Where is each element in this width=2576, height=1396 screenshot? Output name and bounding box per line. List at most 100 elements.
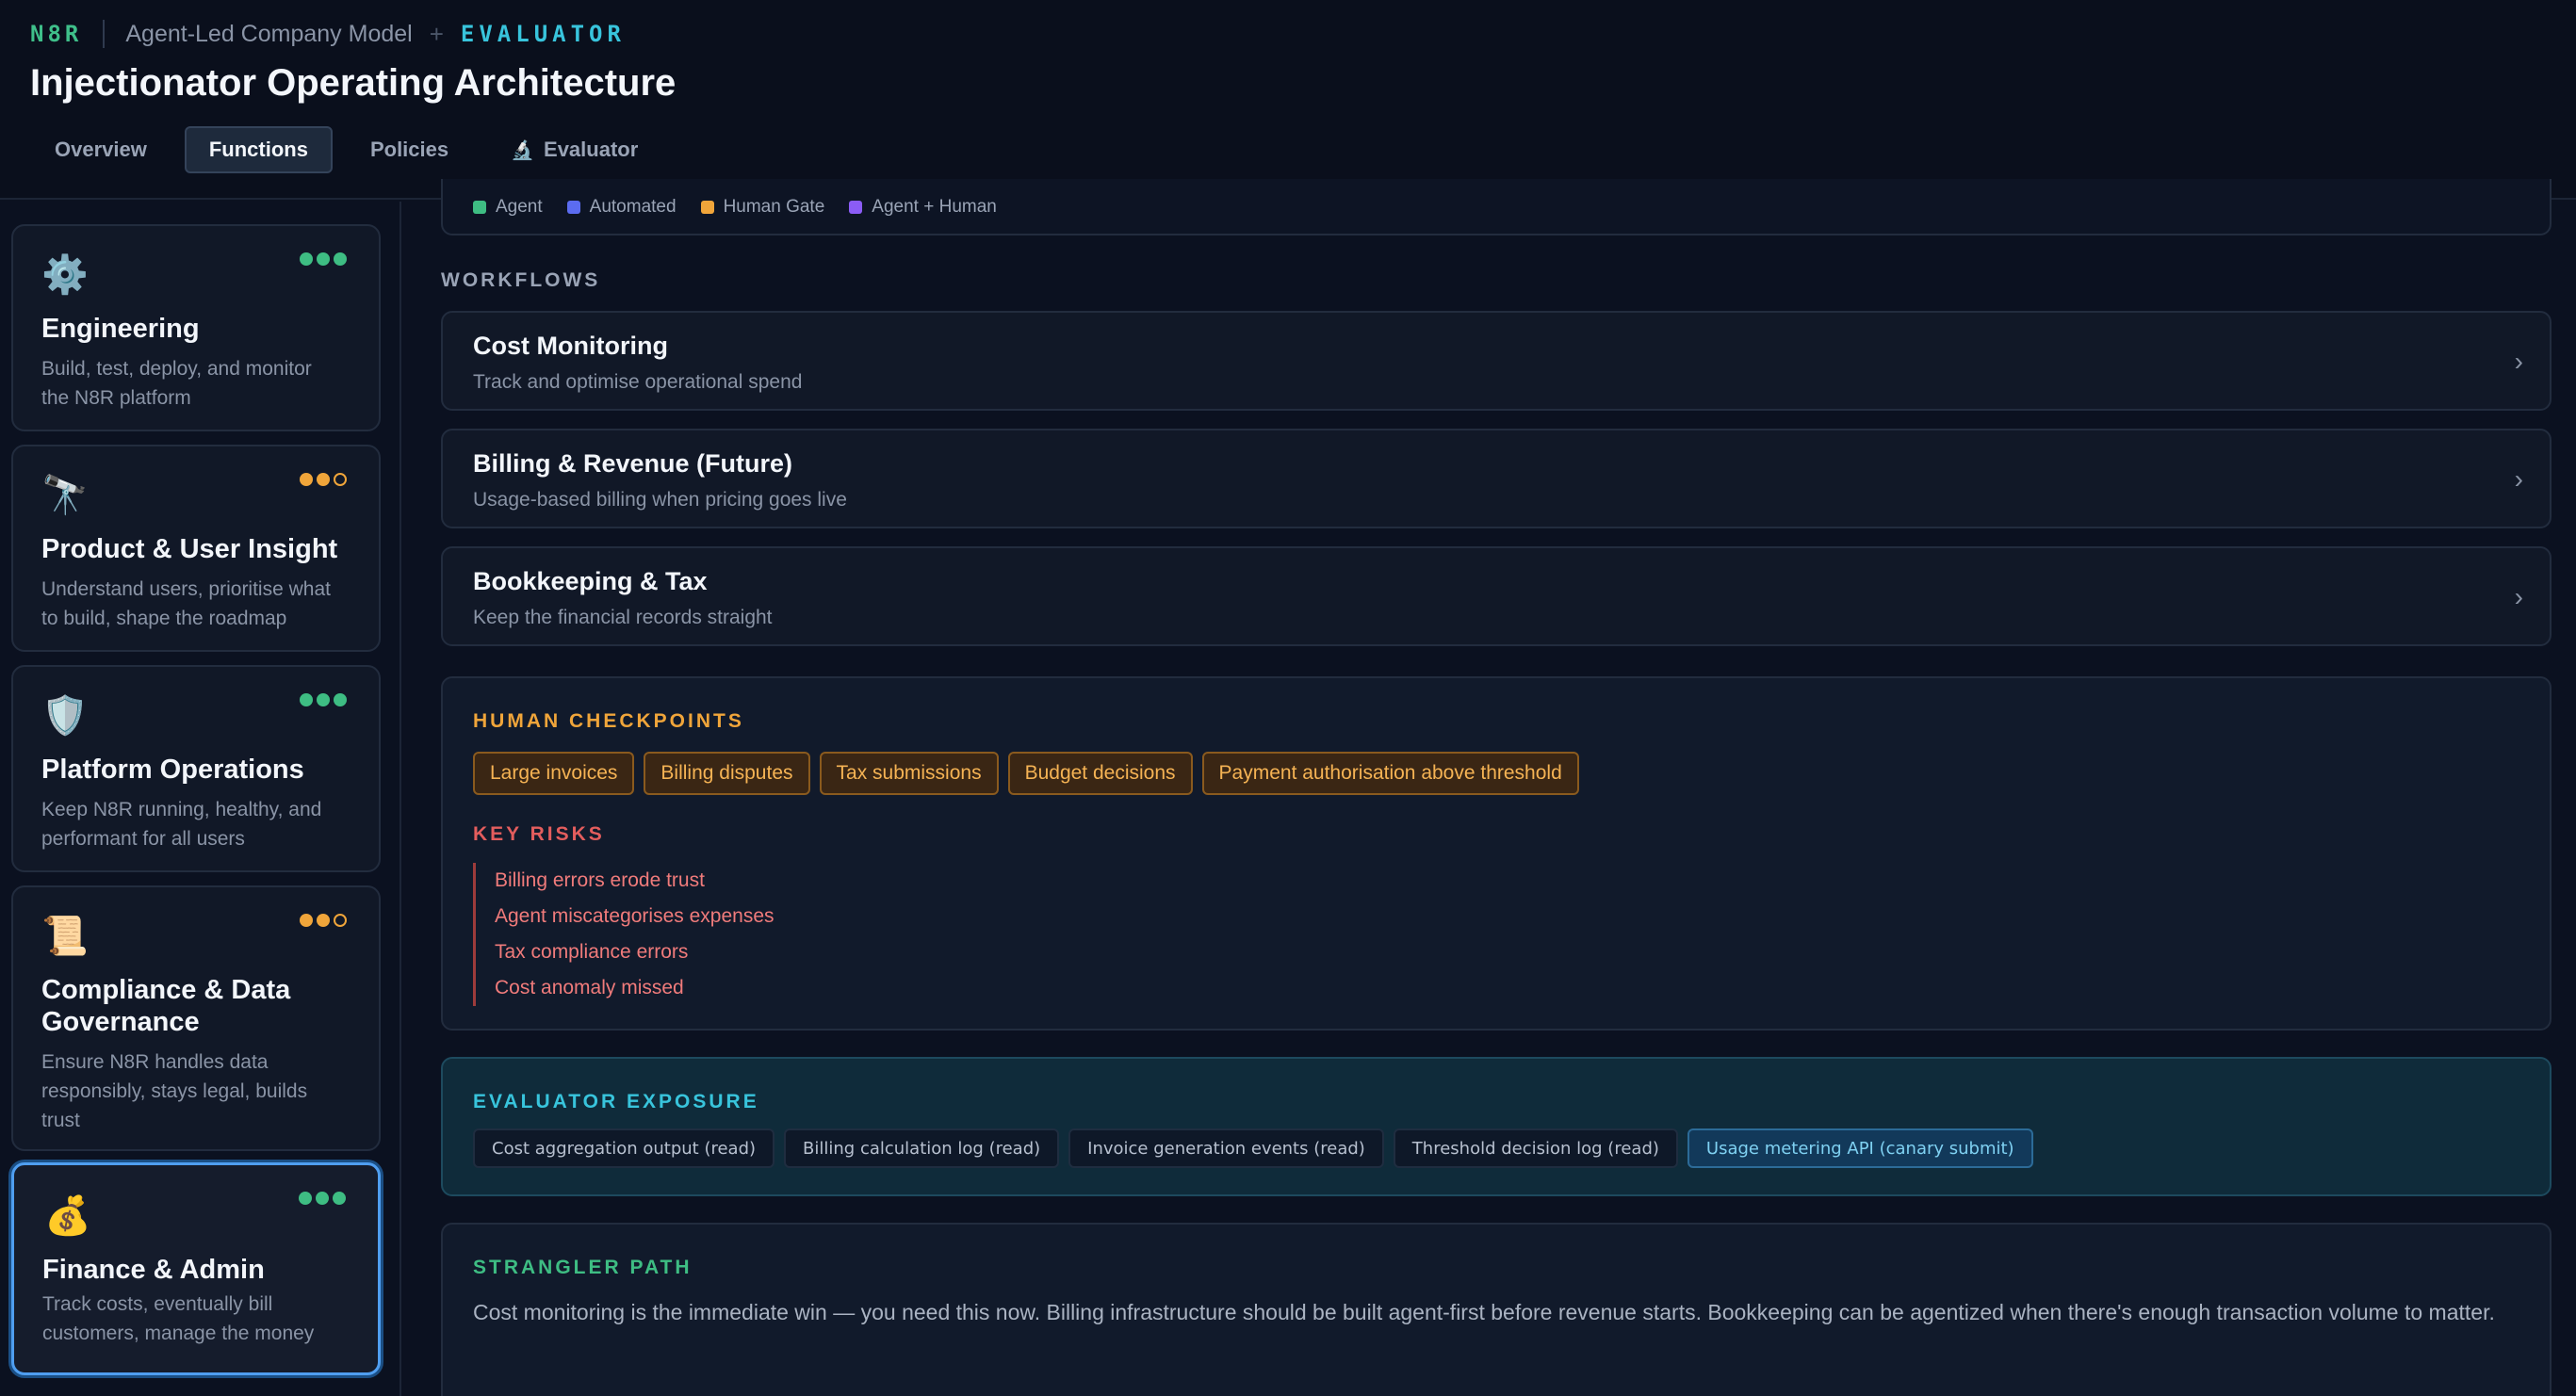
evaluator-exposure-panel: EVALUATOR EXPOSURE Cost aggregation outp… <box>441 1057 2552 1196</box>
maturity-dot <box>300 473 313 486</box>
function-card-finance-admin[interactable]: 💰 Finance & Admin Track costs, eventuall… <box>11 1162 381 1375</box>
checkpoint-chip: Billing disputes <box>644 752 810 795</box>
strangler-path-heading: STRANGLER PATH <box>473 1257 693 1278</box>
human-checkpoints-heading: HUMAN CHECKPOINTS <box>473 710 744 732</box>
maturity-dot <box>300 252 313 266</box>
legend-swatch <box>849 201 863 214</box>
legend-label: Human Gate <box>723 197 825 217</box>
gear-icon: ⚙️ <box>41 254 89 296</box>
exposure-chips: Cost aggregation output (read) Billing c… <box>473 1128 2033 1168</box>
workflow-billing-revenue[interactable]: Billing & Revenue (Future) Usage-based b… <box>441 429 2552 528</box>
exposure-chip: Cost aggregation output (read) <box>473 1128 775 1168</box>
maturity-indicator <box>300 914 347 927</box>
maturity-dot <box>334 252 347 266</box>
tab-label: Functions <box>208 138 308 161</box>
function-card-engineering[interactable]: ⚙️ Engineering Build, test, deploy, and … <box>11 224 381 431</box>
legend-label: Agent + Human <box>872 197 997 217</box>
card-description: Understand users, prioritise what to bui… <box>41 578 331 629</box>
card-description: Build, test, deploy, and monitor the N8R… <box>41 358 312 409</box>
plus-separator: + <box>429 19 444 48</box>
risk-item: Agent miscategorises expenses <box>495 905 774 927</box>
money-bag-icon: 💰 <box>44 1195 91 1237</box>
functions-sidebar: ⚙️ Engineering Build, test, deploy, and … <box>0 202 401 1396</box>
tab-label: Overview <box>55 138 147 161</box>
checkpoint-chip: Tax submissions <box>819 752 999 795</box>
card-description: Keep N8R running, healthy, and performan… <box>41 799 322 850</box>
maturity-indicator <box>300 473 347 486</box>
workflows-heading: WORKFLOWS <box>441 269 601 291</box>
maturity-dot <box>316 1192 329 1205</box>
legend-item-agent: Agent <box>473 197 543 218</box>
microscope-icon: 🔬 <box>511 139 535 161</box>
evaluator-brand: EVALUATOR <box>460 21 626 47</box>
tab-bar: Overview Functions Policies 🔬 Evaluator <box>30 126 662 173</box>
workflow-title: Bookkeeping & Tax <box>473 567 708 595</box>
maturity-indicator <box>299 1192 346 1205</box>
function-card-product-insight[interactable]: 🔭 Product & User Insight Understand user… <box>11 445 381 652</box>
legend-item-human-gate: Human Gate <box>700 197 825 218</box>
card-title: Compliance & Data Governance <box>41 975 291 1037</box>
tab-label: Policies <box>369 138 449 161</box>
maturity-dot <box>334 693 347 706</box>
checkpoint-chip: Large invoices <box>473 752 635 795</box>
legend-label: Automated <box>589 197 677 217</box>
maturity-dot <box>333 1192 346 1205</box>
legend-swatch <box>566 201 580 214</box>
legend-item-agent-human: Agent + Human <box>849 197 997 218</box>
workflow-cost-monitoring[interactable]: Cost Monitoring Track and optimise opera… <box>441 311 2552 411</box>
function-card-compliance[interactable]: 📜 Compliance & Data Governance Ensure N8… <box>11 885 381 1151</box>
workflow-title: Billing & Revenue (Future) <box>473 449 793 478</box>
telescope-icon: 🔭 <box>41 475 89 516</box>
strangler-path-panel: STRANGLER PATH Cost monitoring is the im… <box>441 1223 2552 1396</box>
brand-logo[interactable]: N8R <box>30 21 82 47</box>
maturity-dot <box>300 914 313 927</box>
legend-item-automated: Automated <box>566 197 677 218</box>
card-title: Finance & Admin <box>42 1255 265 1285</box>
workflow-subtitle: Usage-based billing when pricing goes li… <box>473 489 847 511</box>
legend-swatch <box>473 201 486 214</box>
chevron-right-icon: › <box>2514 347 2523 376</box>
tab-label: Evaluator <box>544 138 639 161</box>
exposure-chip: Invoice generation events (read) <box>1068 1128 1384 1168</box>
tab-evaluator[interactable]: 🔬 Evaluator <box>486 126 662 173</box>
exposure-chip-highlighted: Usage metering API (canary submit) <box>1687 1128 2033 1168</box>
maturity-dot <box>317 914 330 927</box>
brand-row: N8R Agent-Led Company Model + EVALUATOR <box>30 17 626 51</box>
maturity-indicator <box>300 693 347 706</box>
risk-list: Billing errors erode trust Agent miscate… <box>473 863 774 1006</box>
workflow-bookkeeping-tax[interactable]: Bookkeeping & Tax Keep the financial rec… <box>441 546 2552 646</box>
tab-policies[interactable]: Policies <box>346 126 473 173</box>
chevron-right-icon: › <box>2514 582 2523 611</box>
checkpoint-chip: Budget decisions <box>1007 752 1193 795</box>
scroll-icon: 📜 <box>41 916 89 957</box>
legend-swatch <box>700 201 714 214</box>
exposure-chip: Threshold decision log (read) <box>1393 1128 1678 1168</box>
tab-overview[interactable]: Overview <box>30 126 171 173</box>
workflow-title: Cost Monitoring <box>473 332 668 360</box>
risk-item: Billing errors erode trust <box>495 869 705 891</box>
page-title: Injectionator Operating Architecture <box>30 62 677 104</box>
maturity-dot <box>300 693 313 706</box>
card-description: Ensure N8R handles data responsibly, sta… <box>41 1051 308 1131</box>
legend: Agent Automated Human Gate Agent + Human <box>473 197 997 218</box>
legend-panel: Agent Automated Human Gate Agent + Human <box>441 179 2552 235</box>
chevron-right-icon: › <box>2514 464 2523 494</box>
risk-item: Cost anomaly missed <box>495 977 684 998</box>
app-header: N8R Agent-Led Company Model + EVALUATOR … <box>0 0 2576 200</box>
checkpoint-chips: Large invoices Billing disputes Tax subm… <box>473 752 1579 795</box>
brand-divider <box>103 20 106 48</box>
maturity-dot <box>317 693 330 706</box>
workflow-subtitle: Track and optimise operational spend <box>473 371 803 393</box>
card-title: Product & User Insight <box>41 534 338 564</box>
shield-icon: 🛡️ <box>41 695 89 737</box>
card-title: Platform Operations <box>41 755 304 785</box>
maturity-dot-empty <box>334 473 347 486</box>
tab-functions[interactable]: Functions <box>184 126 333 173</box>
model-name: Agent-Led Company Model <box>125 20 413 47</box>
function-card-platform-operations[interactable]: 🛡️ Platform Operations Keep N8R running,… <box>11 665 381 872</box>
legend-label: Agent <box>496 197 543 217</box>
card-title: Engineering <box>41 314 200 344</box>
checkpoint-chip: Payment authorisation above threshold <box>1201 752 1579 795</box>
maturity-dot <box>317 473 330 486</box>
maturity-dot-empty <box>334 914 347 927</box>
